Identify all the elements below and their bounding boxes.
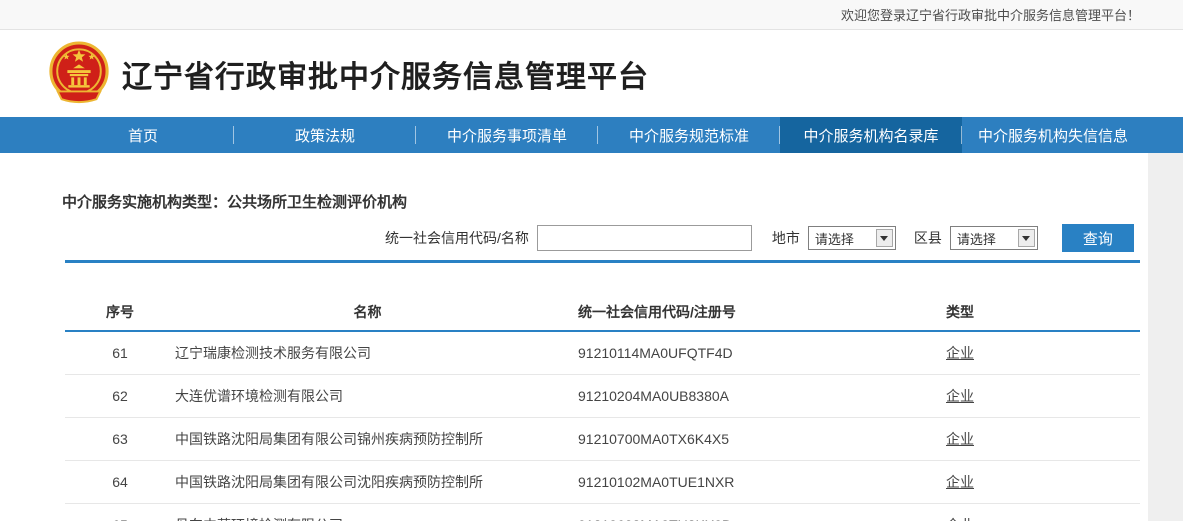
county-label: 区县: [914, 228, 942, 248]
cell-name: 中国铁路沈阳局集团有限公司锦州疾病预防控制所: [175, 417, 560, 460]
type-link[interactable]: 企业: [946, 517, 974, 521]
city-select[interactable]: 请选择: [808, 226, 896, 250]
national-emblem-logo: [48, 41, 110, 107]
cell-no: 62: [65, 374, 175, 417]
cell-code: 91210204MA0UB8380A: [560, 374, 860, 417]
table-row: 61 辽宁瑞康检测技术服务有限公司 91210114MA0UFQTF4D 企业: [65, 331, 1140, 374]
chevron-down-icon: [1022, 236, 1030, 241]
site-title: 辽宁省行政审批中介服务信息管理平台: [122, 52, 649, 96]
search-form: 统一社会信用代码/名称 地市 请选择 区县 请选择 查询: [0, 224, 1148, 252]
table-row: 65 丹东中蓝环境检测有限公司 91210603MA0TU8KX9D 企业: [65, 503, 1140, 521]
type-link[interactable]: 企业: [946, 474, 974, 490]
cell-no: 63: [65, 417, 175, 460]
cell-no: 61: [65, 331, 175, 374]
city-select-dropdown-button[interactable]: [876, 229, 893, 247]
cell-name: 辽宁瑞康检测技术服务有限公司: [175, 331, 560, 374]
type-link[interactable]: 企业: [946, 388, 974, 404]
city-label: 地市: [772, 228, 800, 248]
county-select-value: 请选择: [951, 229, 1018, 248]
agency-table: 序号 名称 统一社会信用代码/注册号 类型 61 辽宁瑞康检测技术服务有限公司 …: [65, 293, 1140, 521]
cell-code: 91210700MA0TX6K4X5: [560, 417, 860, 460]
cell-name: 丹东中蓝环境检测有限公司: [175, 503, 560, 521]
cell-name: 大连优谱环境检测有限公司: [175, 374, 560, 417]
cell-no: 64: [65, 460, 175, 503]
table-row: 62 大连优谱环境检测有限公司 91210204MA0UB8380A 企业: [65, 374, 1140, 417]
col-header-spacer: [1060, 293, 1140, 331]
city-select-value: 请选择: [809, 229, 876, 248]
nav-item-dishonesty-info[interactable]: 中介服务机构失信信息: [962, 117, 1144, 153]
col-header-code: 统一社会信用代码/注册号: [560, 293, 860, 331]
cell-no: 65: [65, 503, 175, 521]
nav-item-home[interactable]: 首页: [52, 117, 234, 153]
cell-code: 91210603MA0TU8KX9D: [560, 503, 860, 521]
cell-code: 91210114MA0UFQTF4D: [560, 331, 860, 374]
site-header: 辽宁省行政审批中介服务信息管理平台: [0, 30, 1183, 117]
main-nav: 首页 政策法规 中介服务事项清单 中介服务规范标准 中介服务机构名录库 中介服务…: [0, 117, 1183, 153]
nav-item-standards[interactable]: 中介服务规范标准: [598, 117, 780, 153]
type-link[interactable]: 企业: [946, 431, 974, 447]
cell-name: 中国铁路沈阳局集团有限公司沈阳疾病预防控制所: [175, 460, 560, 503]
section-divider: [65, 260, 1140, 263]
query-button[interactable]: 查询: [1062, 224, 1134, 252]
table-row: 64 中国铁路沈阳局集团有限公司沈阳疾病预防控制所 91210102MA0TUE…: [65, 460, 1140, 503]
county-select-dropdown-button[interactable]: [1018, 229, 1035, 247]
col-header-no: 序号: [65, 293, 175, 331]
col-header-name: 名称: [175, 293, 560, 331]
table-row: 63 中国铁路沈阳局集团有限公司锦州疾病预防控制所 91210700MA0TX6…: [65, 417, 1140, 460]
content-panel: 中介服务实施机构类型：公共场所卫生检测评价机构 统一社会信用代码/名称 地市 请…: [0, 153, 1148, 521]
nav-item-policies[interactable]: 政策法规: [234, 117, 416, 153]
nav-item-agency-directory[interactable]: 中介服务机构名录库: [780, 117, 962, 153]
page-title: 中介服务实施机构类型：公共场所卫生检测评价机构: [0, 153, 1148, 212]
top-welcome-bar: 欢迎您登录辽宁省行政审批中介服务信息管理平台！: [0, 0, 1183, 30]
table-header-row: 序号 名称 统一社会信用代码/注册号 类型: [65, 293, 1140, 331]
code-label: 统一社会信用代码/名称: [385, 228, 529, 248]
welcome-text: 欢迎您登录辽宁省行政审批中介服务信息管理平台！: [841, 5, 1140, 24]
nav-item-service-list[interactable]: 中介服务事项清单: [416, 117, 598, 153]
type-link[interactable]: 企业: [946, 345, 974, 361]
county-select[interactable]: 请选择: [950, 226, 1038, 250]
col-header-type: 类型: [860, 293, 1060, 331]
code-input[interactable]: [537, 225, 752, 251]
chevron-down-icon: [880, 236, 888, 241]
cell-code: 91210102MA0TUE1NXR: [560, 460, 860, 503]
